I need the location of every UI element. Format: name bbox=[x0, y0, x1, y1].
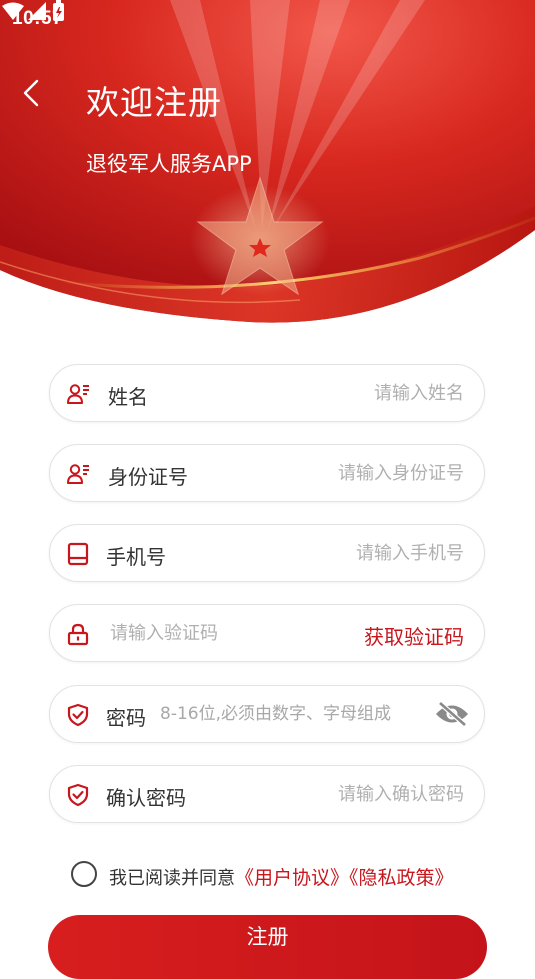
chevron-left-icon bbox=[23, 79, 39, 107]
shield-check-icon bbox=[67, 783, 89, 807]
page-subtitle: 退役军人服务APP bbox=[86, 152, 252, 176]
person-card-icon bbox=[67, 384, 89, 404]
password-field[interactable]: 密码 bbox=[49, 685, 485, 743]
page-title: 欢迎注册 bbox=[86, 83, 222, 122]
password-input[interactable] bbox=[160, 696, 430, 732]
signal-icon bbox=[28, 2, 46, 20]
back-button[interactable] bbox=[22, 78, 56, 118]
name-field[interactable]: 姓名 bbox=[49, 364, 485, 422]
confirm-password-label: 确认密码 bbox=[106, 786, 186, 810]
lock-icon bbox=[67, 623, 89, 646]
get-code-button[interactable]: 获取验证码 bbox=[364, 621, 464, 650]
id-number-input[interactable] bbox=[264, 455, 464, 491]
phone-input[interactable] bbox=[264, 535, 464, 571]
privacy-policy-link[interactable]: 《隐私政策》 bbox=[349, 867, 454, 889]
name-input[interactable] bbox=[264, 375, 464, 411]
person-card-icon bbox=[67, 464, 89, 484]
verify-code-field[interactable]: 获取验证码 bbox=[49, 604, 485, 662]
id-number-label: 身份证号 bbox=[108, 465, 188, 489]
user-agreement-link[interactable]: 《用户协议》 bbox=[235, 867, 349, 889]
confirm-password-field[interactable]: 确认密码 bbox=[49, 765, 485, 823]
eye-off-icon[interactable] bbox=[434, 701, 470, 727]
status-icons bbox=[2, 0, 64, 21]
header-banner: 10:57 欢迎注册 退役军人服务APP bbox=[0, 0, 535, 340]
phone-label: 手机号 bbox=[106, 545, 166, 569]
verify-code-input[interactable] bbox=[110, 615, 330, 651]
register-button[interactable]: 注册 bbox=[48, 915, 487, 979]
shield-check-icon bbox=[67, 703, 89, 727]
agreement-radio[interactable] bbox=[71, 861, 97, 887]
name-label: 姓名 bbox=[108, 385, 148, 409]
banner-background bbox=[0, 0, 535, 323]
agreement-prefix: 我已阅读并同意 bbox=[109, 868, 235, 889]
phone-icon bbox=[67, 542, 89, 566]
agreement-row: 我已阅读并同意《用户协议》《隐私政策》 bbox=[71, 860, 511, 890]
phone-field[interactable]: 手机号 bbox=[49, 524, 485, 582]
wifi-icon bbox=[2, 2, 24, 20]
password-label: 密码 bbox=[106, 706, 146, 730]
confirm-password-input[interactable] bbox=[264, 776, 464, 812]
id-number-field[interactable]: 身份证号 bbox=[49, 444, 485, 502]
status-bar: 10:57 bbox=[0, 0, 535, 36]
